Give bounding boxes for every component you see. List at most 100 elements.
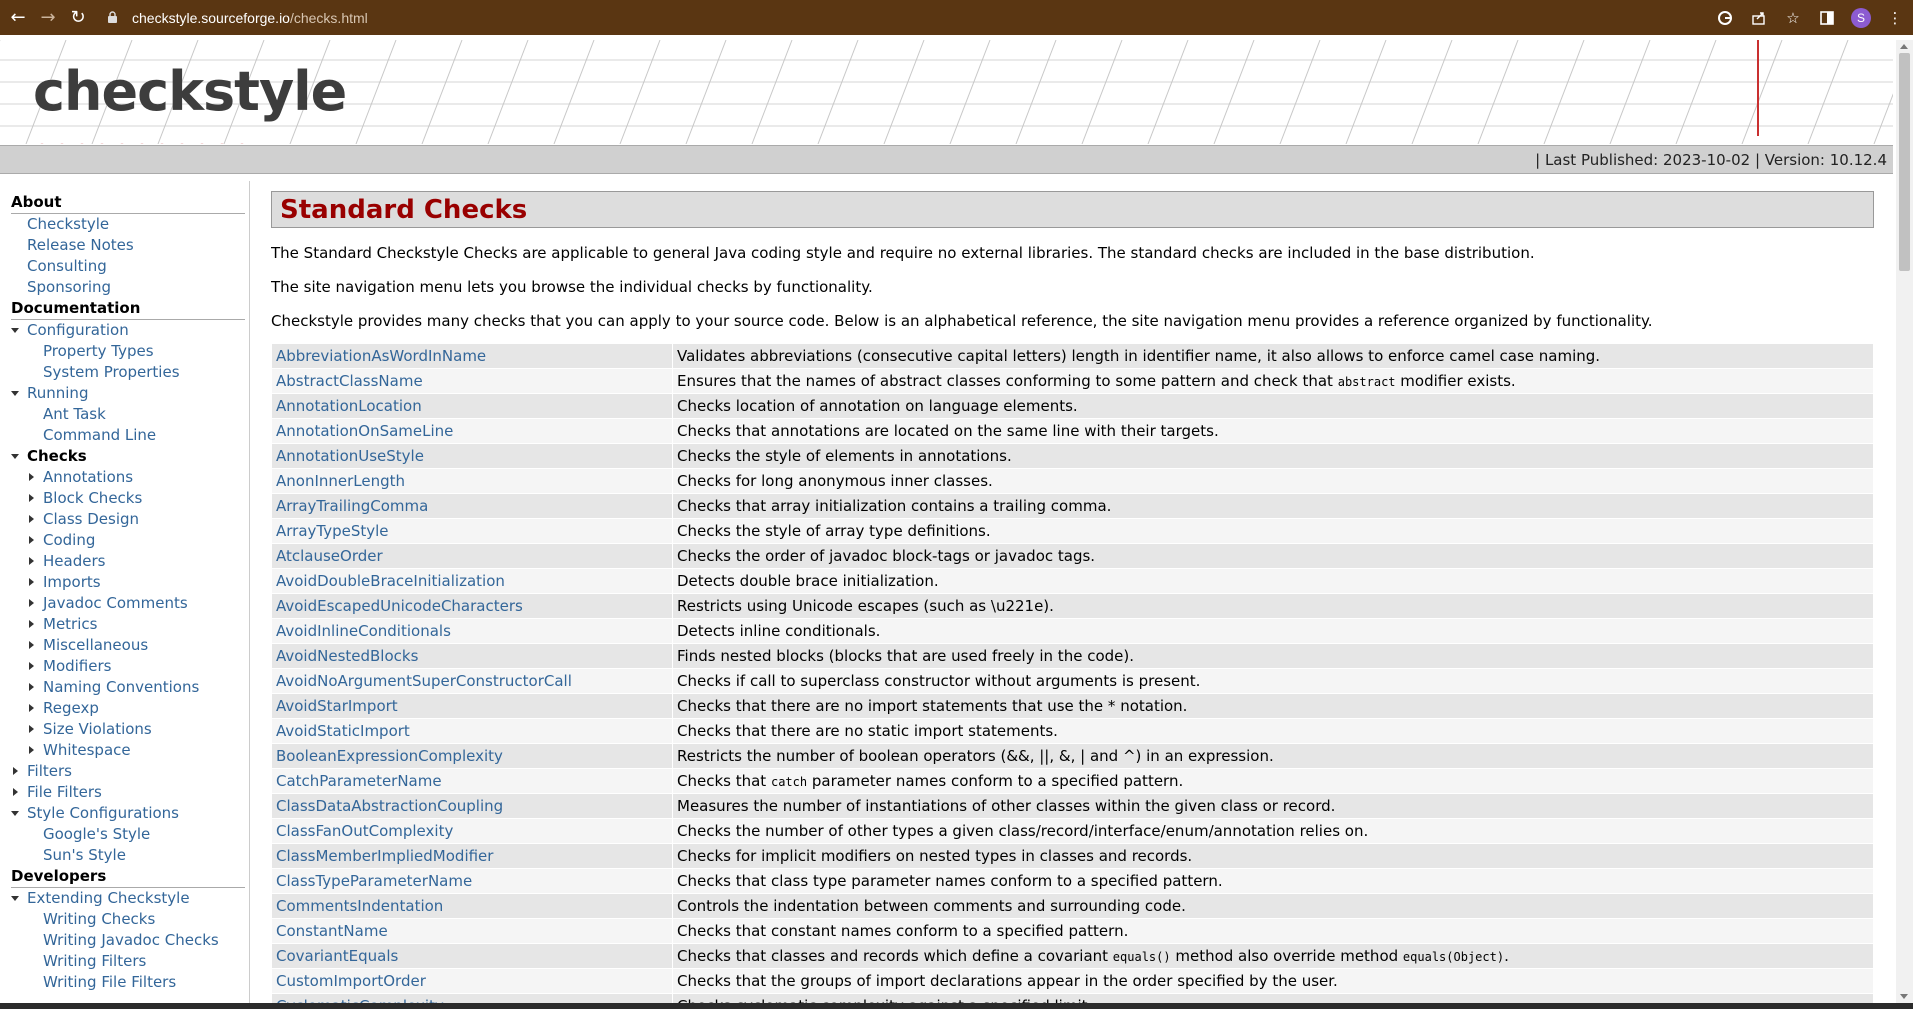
check-name-link[interactable]: AnnotationUseStyle bbox=[271, 443, 673, 469]
sidebar-item[interactable]: Coding bbox=[11, 530, 245, 551]
caret-right-icon[interactable] bbox=[29, 704, 34, 712]
page-title: Standard Checks bbox=[271, 191, 1874, 228]
caret-right-icon[interactable] bbox=[29, 620, 34, 628]
sidebar-item[interactable]: Naming Conventions bbox=[11, 677, 245, 698]
sidebar-item[interactable]: Checkstyle bbox=[11, 214, 245, 235]
side-panel-icon[interactable] bbox=[1817, 8, 1837, 28]
sidebar-item[interactable]: Javadoc Comments bbox=[11, 593, 245, 614]
sidebar-item[interactable]: Consulting bbox=[11, 256, 245, 277]
sidebar-item[interactable]: Sun's Style bbox=[11, 845, 245, 866]
sidebar-item[interactable]: Miscellaneous bbox=[11, 635, 245, 656]
check-name-link[interactable]: CyclomaticComplexity bbox=[271, 993, 673, 1003]
check-name-link[interactable]: ArrayTypeStyle bbox=[271, 518, 673, 544]
check-name-link[interactable]: AvoidInlineConditionals bbox=[271, 618, 673, 644]
sidebar-item[interactable]: Headers bbox=[11, 551, 245, 572]
caret-right-icon[interactable] bbox=[29, 536, 34, 544]
check-name-link[interactable]: CommentsIndentation bbox=[271, 893, 673, 919]
sidebar-item[interactable]: Style Configurations bbox=[11, 803, 245, 824]
sidebar-item-label: Naming Conventions bbox=[43, 678, 200, 696]
forward-arrow-icon[interactable]: → bbox=[33, 3, 63, 33]
sidebar-item[interactable]: Regexp bbox=[11, 698, 245, 719]
sidebar-item[interactable]: Size Violations bbox=[11, 719, 245, 740]
check-name-link[interactable]: ClassTypeParameterName bbox=[271, 868, 673, 894]
caret-down-icon[interactable] bbox=[11, 328, 19, 333]
check-name-link[interactable]: AnnotationOnSameLine bbox=[271, 418, 673, 444]
check-name-link[interactable]: ClassDataAbstractionCoupling bbox=[271, 793, 673, 819]
star-bookmark-icon[interactable]: ☆ bbox=[1783, 8, 1803, 28]
sidebar-item[interactable]: Whitespace bbox=[11, 740, 245, 761]
share-icon[interactable] bbox=[1749, 8, 1769, 28]
caret-down-icon[interactable] bbox=[11, 896, 19, 901]
caret-right-icon[interactable] bbox=[29, 473, 34, 481]
sidebar-item[interactable]: Ant Task bbox=[11, 404, 245, 425]
sidebar-item[interactable]: Google's Style bbox=[11, 824, 245, 845]
caret-right-icon[interactable] bbox=[29, 683, 34, 691]
vertical-scrollbar[interactable] bbox=[1896, 40, 1913, 1003]
check-name-link[interactable]: ArrayTrailingComma bbox=[271, 493, 673, 519]
scroll-down-arrow-icon[interactable] bbox=[1900, 994, 1908, 999]
check-name-link[interactable]: ClassMemberImpliedModifier bbox=[271, 843, 673, 869]
sidebar-item[interactable]: Writing Filters bbox=[11, 951, 245, 972]
google-lens-icon[interactable] bbox=[1715, 8, 1735, 28]
check-name-link[interactable]: ClassFanOutComplexity bbox=[271, 818, 673, 844]
sidebar-item[interactable]: Writing File Filters bbox=[11, 972, 245, 993]
sidebar-item[interactable]: Sponsoring bbox=[11, 277, 245, 298]
checkstyle-logo[interactable]: checkstyle bbox=[33, 60, 347, 123]
sidebar-item[interactable]: Extending Checkstyle bbox=[11, 888, 245, 909]
sidebar-item[interactable]: Annotations bbox=[11, 467, 245, 488]
scroll-up-arrow-icon[interactable] bbox=[1900, 44, 1908, 49]
caret-right-icon[interactable] bbox=[29, 662, 34, 670]
sidebar-item[interactable]: Modifiers bbox=[11, 656, 245, 677]
check-name-link[interactable]: AvoidEscapedUnicodeCharacters bbox=[271, 593, 673, 619]
sidebar-item[interactable]: File Filters bbox=[11, 782, 245, 803]
sidebar-item[interactable]: Block Checks bbox=[11, 488, 245, 509]
sidebar-item[interactable]: Release Notes bbox=[11, 235, 245, 256]
caret-right-icon[interactable] bbox=[29, 599, 34, 607]
check-name-link[interactable]: AvoidNestedBlocks bbox=[271, 643, 673, 669]
address-bar[interactable]: checkstyle.sourceforge.io/checks.html bbox=[104, 4, 1704, 31]
check-name-link[interactable]: AbbreviationAsWordInName bbox=[271, 343, 673, 369]
sidebar-item[interactable]: System Properties bbox=[11, 362, 245, 383]
caret-right-icon[interactable] bbox=[29, 578, 34, 586]
sidebar-item[interactable]: Configuration bbox=[11, 320, 245, 341]
check-name-link[interactable]: AnonInnerLength bbox=[271, 468, 673, 494]
check-name-link[interactable]: BooleanExpressionComplexity bbox=[271, 743, 673, 769]
check-name-link[interactable]: CustomImportOrder bbox=[271, 968, 673, 994]
sidebar-item[interactable]: Metrics bbox=[11, 614, 245, 635]
sidebar-item[interactable]: Class Design bbox=[11, 509, 245, 530]
check-name-link[interactable]: ConstantName bbox=[271, 918, 673, 944]
caret-right-icon[interactable] bbox=[29, 557, 34, 565]
check-name-link[interactable]: AnnotationLocation bbox=[271, 393, 673, 419]
caret-right-icon[interactable] bbox=[13, 767, 18, 775]
caret-right-icon[interactable] bbox=[29, 641, 34, 649]
check-name-link[interactable]: CovariantEquals bbox=[271, 943, 673, 969]
reload-icon[interactable]: ↻ bbox=[63, 3, 93, 33]
caret-right-icon[interactable] bbox=[29, 494, 34, 502]
scroll-thumb[interactable] bbox=[1899, 53, 1910, 271]
sidebar-item[interactable]: Filters bbox=[11, 761, 245, 782]
profile-avatar[interactable]: S bbox=[1851, 7, 1871, 28]
check-name-link[interactable]: AvoidStaticImport bbox=[271, 718, 673, 744]
sidebar-item[interactable]: Running bbox=[11, 383, 245, 404]
caret-down-icon[interactable] bbox=[11, 811, 19, 816]
sidebar-item[interactable]: Imports bbox=[11, 572, 245, 593]
caret-right-icon[interactable] bbox=[29, 746, 34, 754]
sidebar-item[interactable]: Command Line bbox=[11, 425, 245, 446]
sidebar-item[interactable]: Writing Javadoc Checks bbox=[11, 930, 245, 951]
check-name-link[interactable]: AtclauseOrder bbox=[271, 543, 673, 569]
caret-right-icon[interactable] bbox=[13, 788, 18, 796]
check-name-link[interactable]: AbstractClassName bbox=[271, 368, 673, 394]
caret-right-icon[interactable] bbox=[29, 515, 34, 523]
check-name-link[interactable]: AvoidNoArgumentSuperConstructorCall bbox=[271, 668, 673, 694]
check-name-link[interactable]: AvoidDoubleBraceInitialization bbox=[271, 568, 673, 594]
sidebar-item[interactable]: Checks bbox=[11, 446, 245, 467]
back-arrow-icon[interactable]: ← bbox=[3, 3, 33, 33]
kebab-menu-icon[interactable]: ⋮ bbox=[1885, 8, 1905, 28]
sidebar-item[interactable]: Property Types bbox=[11, 341, 245, 362]
caret-down-icon[interactable] bbox=[11, 454, 19, 459]
check-name-link[interactable]: CatchParameterName bbox=[271, 768, 673, 794]
check-name-link[interactable]: AvoidStarImport bbox=[271, 693, 673, 719]
sidebar-item[interactable]: Writing Checks bbox=[11, 909, 245, 930]
caret-right-icon[interactable] bbox=[29, 725, 34, 733]
caret-down-icon[interactable] bbox=[11, 391, 19, 396]
